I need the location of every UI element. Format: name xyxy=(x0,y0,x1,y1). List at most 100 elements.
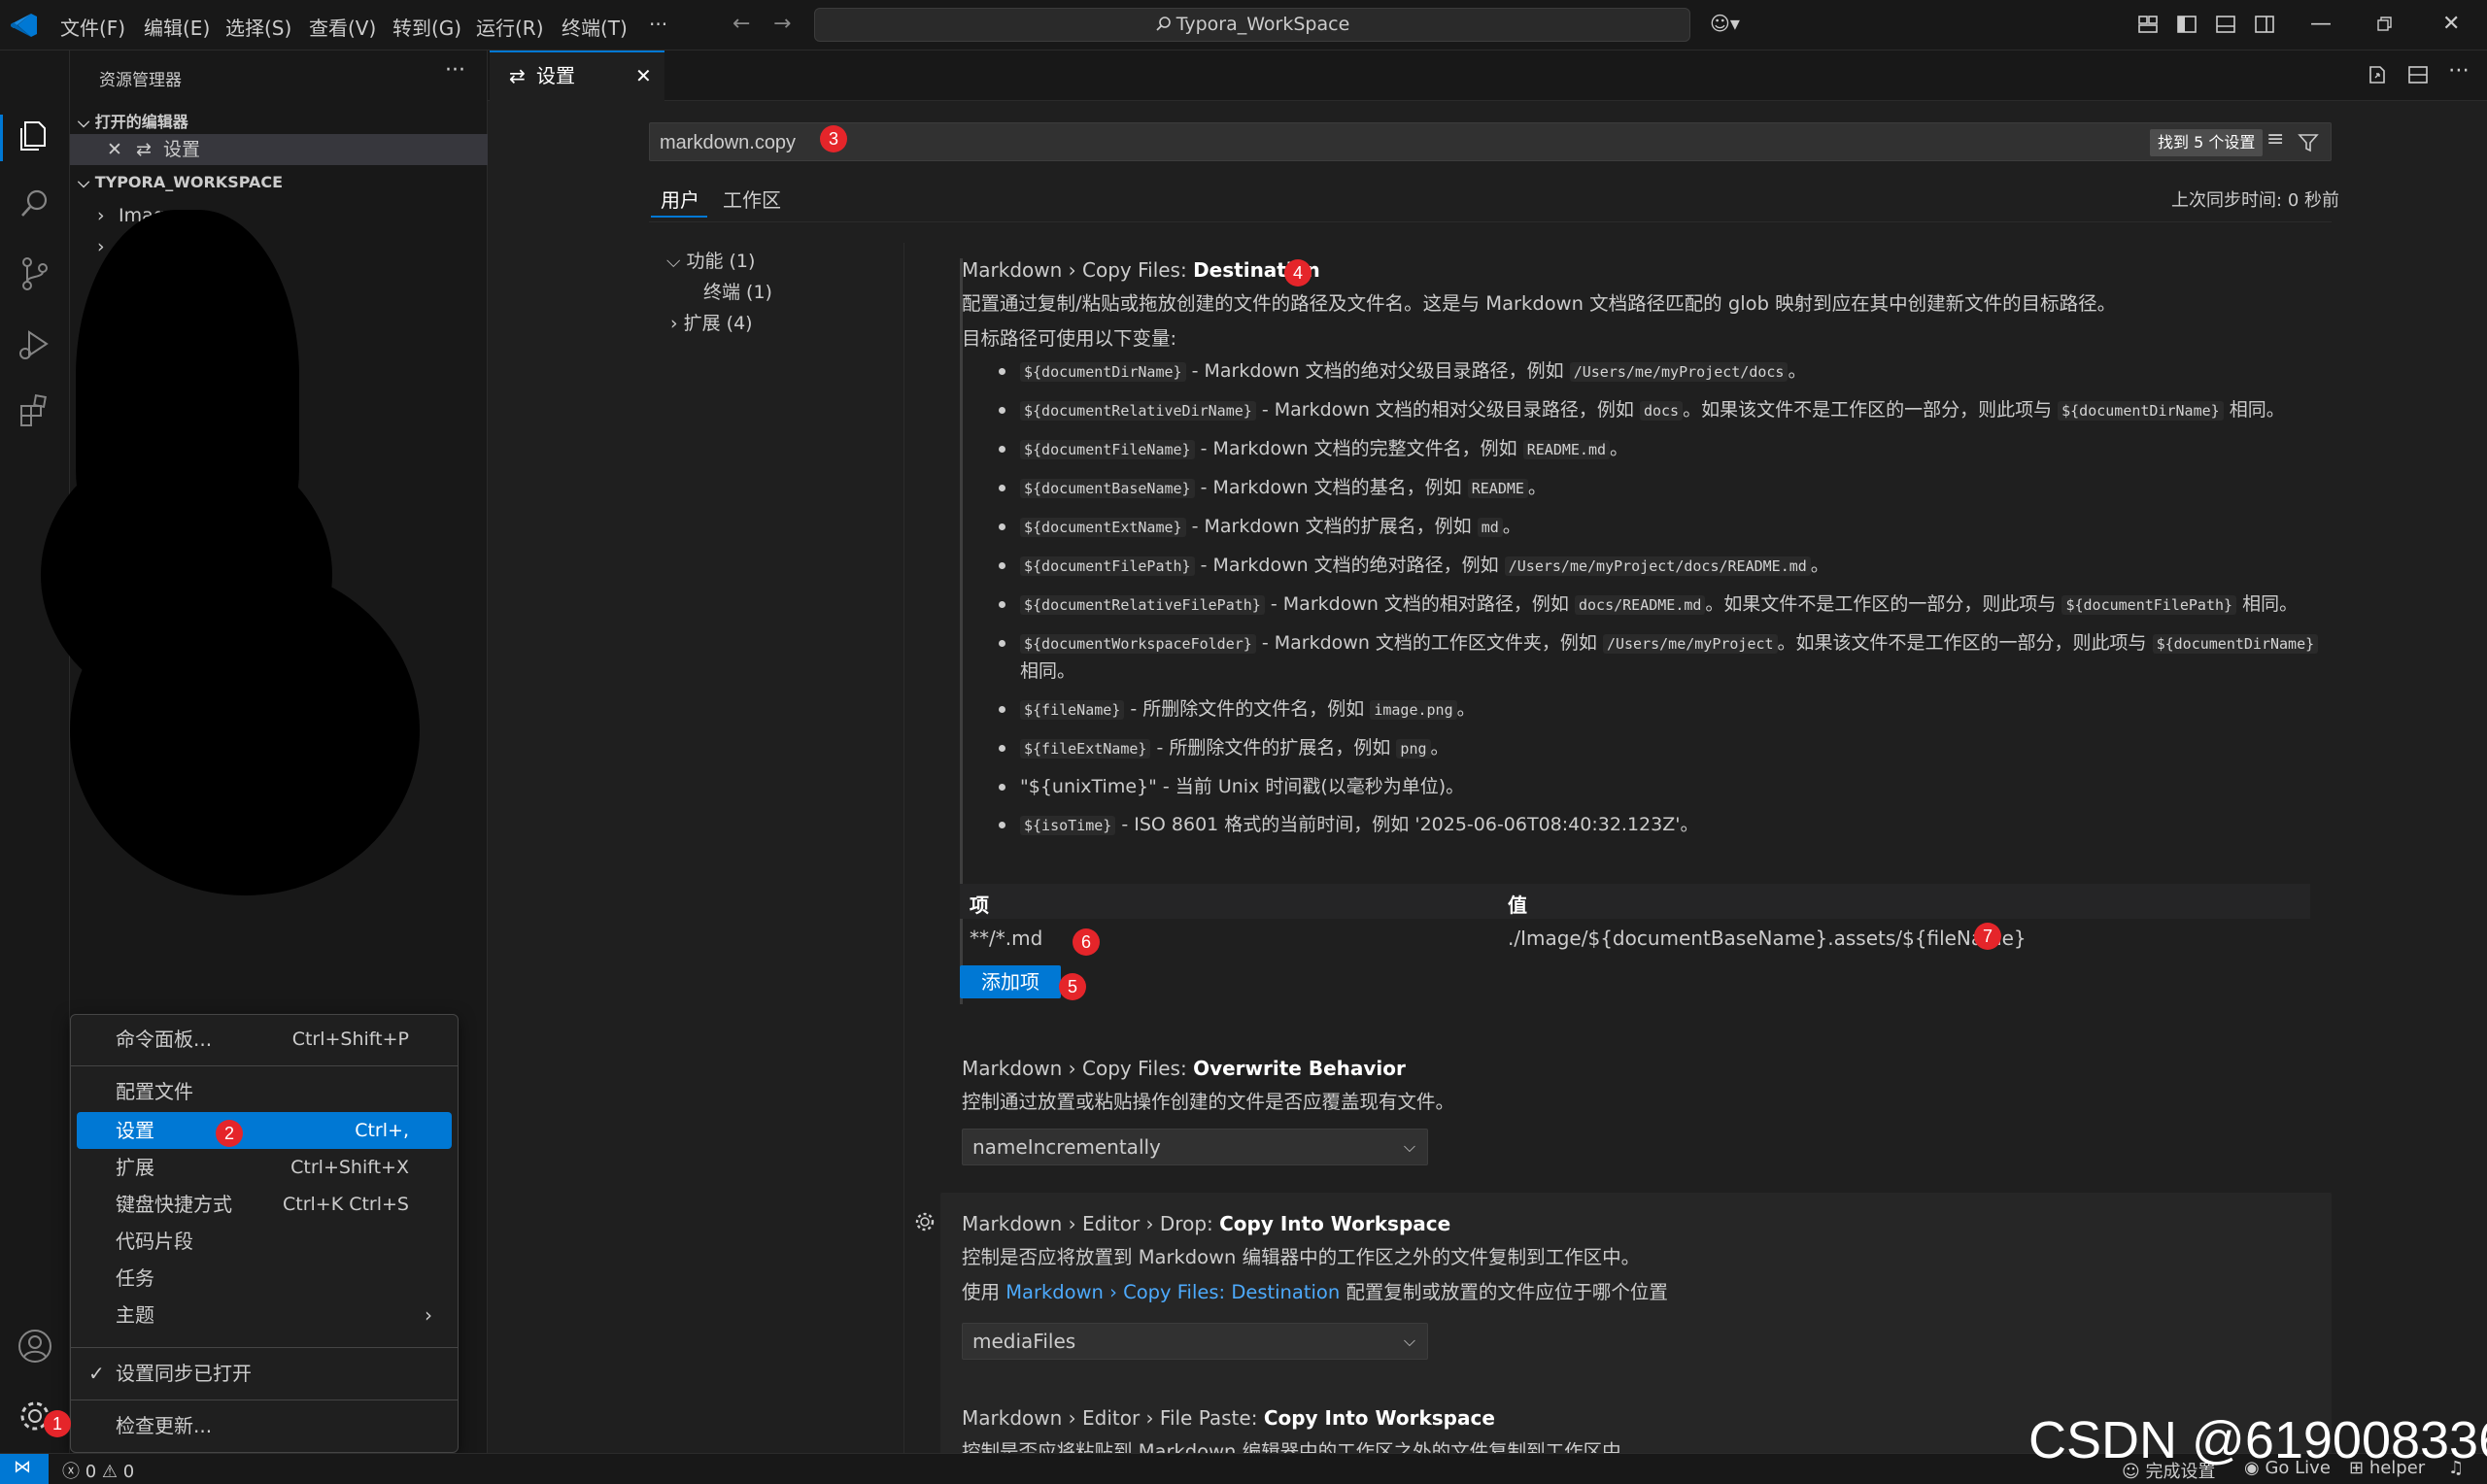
variable-text: - Markdown 文档的扩展名，例如 xyxy=(1185,516,1478,537)
menu-terminal[interactable]: 终端(T) xyxy=(562,13,628,41)
menu-snippets[interactable]: 代码片段 xyxy=(77,1223,452,1260)
close-icon[interactable]: ✕ xyxy=(107,134,122,165)
settings-tab-icon: ⇄ xyxy=(509,64,526,87)
variable-example: docs xyxy=(1639,401,1684,421)
clear-filter-icon[interactable]: ≡ xyxy=(2266,127,2284,152)
accounts-icon[interactable] xyxy=(16,1327,54,1366)
error-icon: ⓧ xyxy=(62,1462,80,1482)
table-row[interactable]: **/*.md ./Image/${documentBaseName}.asse… xyxy=(960,921,2310,958)
setting-name: Copy Into Workspace xyxy=(1263,1406,1495,1430)
tab-user[interactable]: 用户 xyxy=(661,185,699,213)
toggle-primary-sidebar-icon[interactable] xyxy=(2176,14,2197,35)
variable-text: - Markdown 文档的绝对父级目录路径，例如 xyxy=(1185,360,1570,382)
drop-copy-select[interactable]: mediaFiles ⌵ xyxy=(962,1323,1428,1360)
variable-example: ${documentDirName} xyxy=(2152,634,2319,654)
setting-overwrite-behavior: Markdown › Copy Files: Overwrite Behavio… xyxy=(962,1053,2341,1117)
open-editor-item[interactable]: ✕ ⇄ 设置 xyxy=(70,134,488,165)
variable-item: ${documentWorkspaceFolder} - Markdown 文档… xyxy=(962,629,2322,685)
toc-extensions[interactable]: › 扩展 (4) xyxy=(670,309,753,335)
tab-workspace[interactable]: 工作区 xyxy=(723,185,781,213)
extensions-icon[interactable] xyxy=(16,392,54,431)
overwrite-behavior-select[interactable]: nameIncrementally ⌵ xyxy=(962,1129,1428,1165)
menu-check-updates[interactable]: 检查更新... xyxy=(77,1407,452,1444)
variable-text: "${unixTime}" - 当前 Unix 时间戳(以毫秒为单位)。 xyxy=(1020,776,1465,797)
toc-terminal[interactable]: 终端 (1) xyxy=(703,278,772,304)
workspace-section[interactable]: ⌵ TYPORA_WORKSPACE xyxy=(78,173,283,192)
menu-more[interactable]: ··· xyxy=(649,13,667,36)
menu-view[interactable]: 查看(V) xyxy=(309,13,376,41)
variable-text: - Markdown 文档的相对路径，例如 xyxy=(1264,593,1575,615)
variable-example: ${documentFilePath} xyxy=(2061,595,2237,615)
menu-settings[interactable]: 设置 Ctrl+, xyxy=(77,1112,452,1149)
setting-name: Copy Into Workspace xyxy=(1219,1212,1451,1235)
search-view-icon[interactable] xyxy=(16,185,54,223)
variable-item: ${documentDirName} - Markdown 文档的绝对父级目录路… xyxy=(962,357,2322,386)
restore-icon[interactable] xyxy=(2376,16,2394,33)
settings-search-box[interactable]: 找到 5 个设置 ≡ xyxy=(649,122,2332,161)
copilot-icon[interactable]: ☺▾ xyxy=(1710,12,1740,35)
annotation-badge: 3 xyxy=(820,125,847,152)
variable-text: 。 xyxy=(1456,698,1476,720)
toggle-secondary-sidebar-icon[interactable] xyxy=(2254,14,2275,35)
menu-extensions[interactable]: 扩展 Ctrl+Shift+X xyxy=(77,1149,452,1186)
menu-tasks[interactable]: 任务 xyxy=(77,1260,452,1297)
customize-layout-icon[interactable] xyxy=(2137,14,2159,35)
vars-intro: 目标路径可使用以下变量: xyxy=(962,327,1177,350)
menu-run[interactable]: 运行(R) xyxy=(476,13,544,41)
row-value: ./Image/${documentBaseName}.assets/${fil… xyxy=(1508,927,2027,950)
variable-text: - 所删除文件的扩展名，例如 xyxy=(1150,737,1397,759)
menu-go[interactable]: 转到(G) xyxy=(392,13,461,41)
open-editors-section[interactable]: ⌵ 打开的编辑器 xyxy=(78,109,188,132)
variable-text: - Markdown 文档的绝对路径，例如 xyxy=(1194,555,1505,576)
add-item-button[interactable]: 添加项 xyxy=(960,965,1061,998)
remote-indicator[interactable]: ⋈ xyxy=(0,1454,49,1484)
filter-icon[interactable] xyxy=(2298,132,2319,153)
forward-arrow-icon[interactable]: → xyxy=(773,12,791,36)
menu-themes[interactable]: 主题 › xyxy=(77,1297,452,1333)
variable-example: README xyxy=(1467,479,1528,498)
source-control-icon[interactable] xyxy=(16,254,54,293)
variable-item: ${documentFilePath} - Markdown 文档的绝对路径，例… xyxy=(962,552,2322,580)
menu-keyboard-shortcuts[interactable]: 键盘快捷方式 Ctrl+K Ctrl+S xyxy=(77,1186,452,1223)
variable-code: ${documentExtName} xyxy=(1020,518,1186,537)
divider xyxy=(649,221,2332,222)
menu-settings-sync[interactable]: ✓ 设置同步已打开 xyxy=(77,1355,452,1392)
minimize-icon[interactable]: — xyxy=(2310,12,2332,36)
menu-label: 键盘快捷方式 xyxy=(116,1193,232,1216)
menu-edit[interactable]: 编辑(E) xyxy=(144,13,210,41)
variable-text: 。 xyxy=(1788,360,1807,382)
menu-label: 检查更新... xyxy=(116,1414,213,1437)
toc-terminal-label: 终端 (1) xyxy=(703,282,772,303)
close-tab-icon[interactable]: ✕ xyxy=(635,52,652,99)
setting-gear-icon[interactable] xyxy=(913,1210,937,1233)
toc-features[interactable]: ⌵ 功能 (1) xyxy=(666,247,755,273)
explorer-icon[interactable] xyxy=(16,117,54,155)
menu-file[interactable]: 文件(F) xyxy=(60,13,125,41)
sidebar-more-button[interactable]: ··· xyxy=(445,58,465,83)
setting-title: Markdown › Copy Files: Destination xyxy=(962,254,2341,286)
command-center[interactable]: Typora_WorkSpace xyxy=(814,8,1690,42)
back-arrow-icon[interactable]: ← xyxy=(732,12,750,36)
settings-editor: 找到 5 个设置 ≡ 用户 工作区 上次同步时间: 0 秒前 ⌵ 功能 (1) … xyxy=(488,101,2487,1484)
destination-setting-link[interactable]: Markdown › Copy Files: Destination xyxy=(1005,1281,1340,1303)
variable-example: image.png xyxy=(1370,700,1457,720)
variable-code: ${documentRelativeDirName} xyxy=(1020,401,1256,421)
activity-bar xyxy=(0,51,70,1453)
problems-indicator[interactable]: ⓧ 0 ⚠ 0 xyxy=(62,1458,134,1483)
tab-settings[interactable]: ⇄ 设置 ✕ xyxy=(490,51,664,101)
editor-more-icon[interactable]: ⋯ xyxy=(2448,58,2470,83)
menu-selection[interactable]: 选择(S) xyxy=(225,13,291,41)
variable-text: - Markdown 文档的基名，例如 xyxy=(1194,477,1468,498)
open-settings-json-icon[interactable] xyxy=(2367,64,2388,85)
annotation-badge: 2 xyxy=(216,1120,243,1147)
close-window-icon[interactable]: ✕ xyxy=(2442,12,2460,36)
variable-text: - Markdown 文档的完整文件名，例如 xyxy=(1194,438,1523,459)
row-key: **/*.md xyxy=(970,927,1043,950)
search-result-count: 找到 5 个设置 xyxy=(2150,129,2264,156)
menu-profiles[interactable]: 配置文件 xyxy=(77,1073,452,1110)
toggle-panel-icon[interactable] xyxy=(2215,14,2236,35)
setting-title: Markdown › Editor › Drop: Copy Into Work… xyxy=(962,1208,2341,1239)
menu-command-palette[interactable]: 命令面板... Ctrl+Shift+P xyxy=(77,1021,452,1058)
run-debug-icon[interactable] xyxy=(16,324,54,363)
split-editor-icon[interactable] xyxy=(2407,64,2429,85)
